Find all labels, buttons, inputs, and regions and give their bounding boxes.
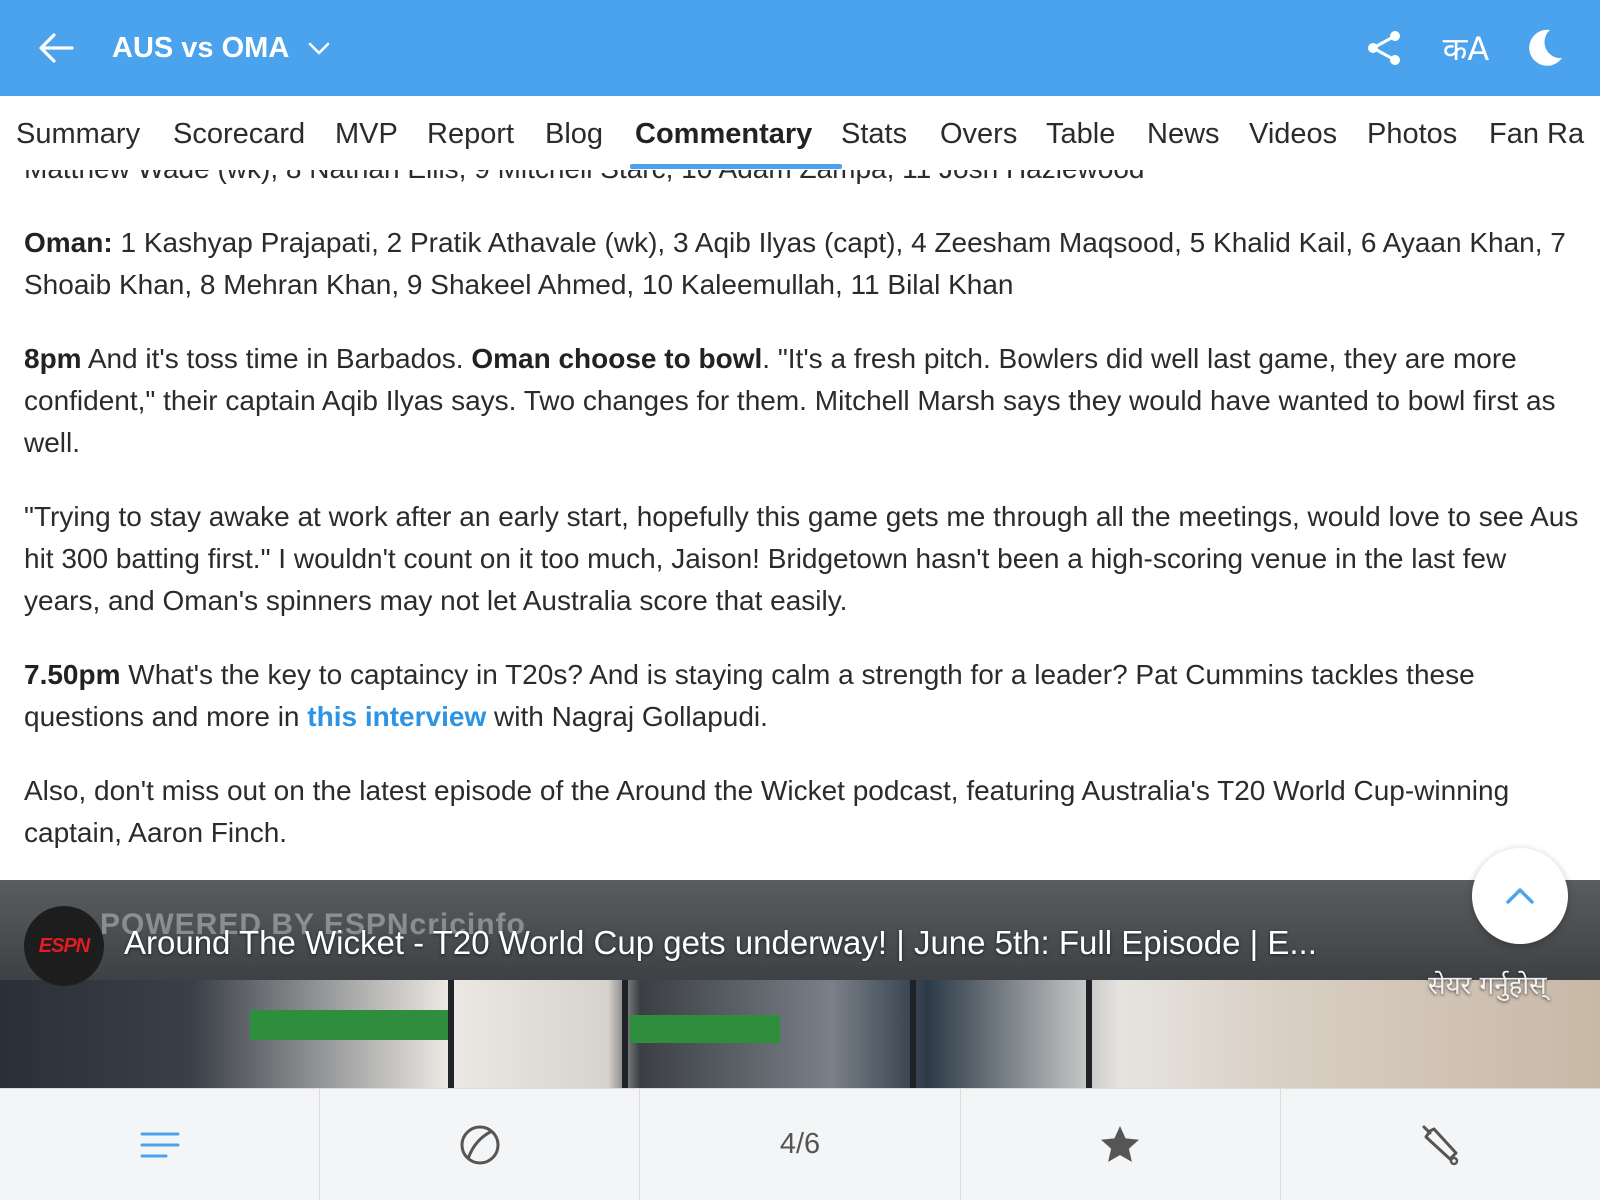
captaincy-text-end: with Nagraj Gollapudi. — [486, 701, 768, 732]
tab-bar: Summary Scorecard MVP Report Blog Commen… — [0, 96, 1600, 170]
bottom-nav-favorite[interactable] — [961, 1089, 1281, 1200]
video-player[interactable]: POWERED BY ESPNcricinfo Around The Wicke… — [0, 880, 1600, 1088]
bottom-navigation: 4/6 — [0, 1088, 1600, 1200]
chevron-down-icon — [308, 42, 330, 55]
star-icon — [1101, 1125, 1140, 1162]
video-scenery — [250, 1010, 450, 1040]
channel-logo[interactable]: ESPN — [24, 906, 104, 986]
tab-blog[interactable]: Blog — [545, 96, 603, 170]
tab-scorecard[interactable]: Scorecard — [173, 96, 305, 170]
podcast-paragraph: Also, don't miss out on the latest episo… — [24, 775, 1510, 848]
toss-text: And it's toss time in Barbados. — [81, 343, 472, 374]
tab-report[interactable]: Report — [427, 96, 514, 170]
video-scenery — [622, 980, 628, 1088]
page-indicator: 4/6 — [779, 1128, 821, 1160]
tab-fan-ratings[interactable]: Fan Ra — [1489, 96, 1584, 170]
video-scenery — [448, 980, 454, 1088]
australia-xi-text: Matthew Wade (wk), 8 Nathan Ellis, 9 Mit… — [24, 170, 1580, 190]
oman-xi-paragraph: Oman: 1 Kashyap Prajapati, 2 Pratik Atha… — [24, 222, 1580, 306]
chevron-up-icon — [1506, 888, 1534, 904]
match-title-dropdown[interactable]: AUS vs OMA — [112, 0, 331, 96]
reader-comment-paragraph: "Trying to stay awake at work after an e… — [24, 501, 1579, 616]
interview-link[interactable]: this interview — [307, 701, 486, 732]
video-scenery — [1086, 980, 1092, 1088]
bottom-nav-ball[interactable] — [320, 1089, 641, 1200]
oman-label: Oman: — [24, 227, 113, 258]
tab-commentary[interactable]: Commentary — [635, 96, 812, 170]
language-label: कA — [1442, 29, 1490, 68]
ball-icon — [460, 1125, 500, 1164]
language-icon[interactable]: कA — [1436, 26, 1496, 70]
video-title[interactable]: Around The Wicket - T20 World Cup gets u… — [124, 924, 1384, 962]
tab-mvp[interactable]: MVP — [335, 96, 398, 170]
bottom-nav-pager[interactable]: 4/6 — [640, 1089, 961, 1200]
captaincy-paragraph: 7.50pm What's the key to captaincy in T2… — [24, 654, 1580, 738]
video-scenery — [910, 980, 916, 1088]
timestamp-750pm: 7.50pm — [24, 659, 121, 690]
toss-paragraph: 8pm And it's toss time in Barbados. Oman… — [24, 338, 1580, 464]
tab-summary[interactable]: Summary — [16, 96, 140, 170]
active-tab-indicator — [630, 164, 842, 169]
moon-icon[interactable] — [1522, 26, 1566, 70]
timestamp-8pm: 8pm — [24, 343, 82, 374]
tab-news[interactable]: News — [1147, 96, 1220, 170]
back-arrow-icon[interactable] — [36, 28, 76, 68]
toss-result: Oman choose to bowl — [471, 343, 763, 374]
bat-icon — [1422, 1125, 1459, 1165]
match-title: AUS vs OMA — [112, 31, 290, 64]
tab-table[interactable]: Table — [1046, 96, 1115, 170]
share-icon[interactable] — [1362, 26, 1406, 70]
tab-photos[interactable]: Photos — [1367, 96, 1457, 170]
bottom-nav-menu[interactable] — [0, 1089, 321, 1200]
tab-videos[interactable]: Videos — [1249, 96, 1337, 170]
video-share-label[interactable]: सेयर गर्नुहोस् — [1428, 966, 1547, 1002]
menu-lines-icon — [140, 1132, 180, 1157]
video-scenery — [630, 1015, 780, 1043]
commentary-content: Matthew Wade (wk), 8 Nathan Ellis, 9 Mit… — [24, 170, 1580, 880]
tab-stats[interactable]: Stats — [841, 96, 907, 170]
bottom-nav-bat[interactable] — [1281, 1089, 1600, 1200]
video-frame — [0, 980, 1600, 1088]
scroll-to-top-button[interactable] — [1472, 848, 1568, 944]
oman-xi-text: 1 Kashyap Prajapati, 2 Pratik Athavale (… — [24, 227, 1566, 300]
channel-logo-text: ESPN — [38, 934, 90, 957]
tab-overs[interactable]: Overs — [940, 96, 1017, 170]
app-bar: AUS vs OMA कA — [0, 0, 1600, 96]
